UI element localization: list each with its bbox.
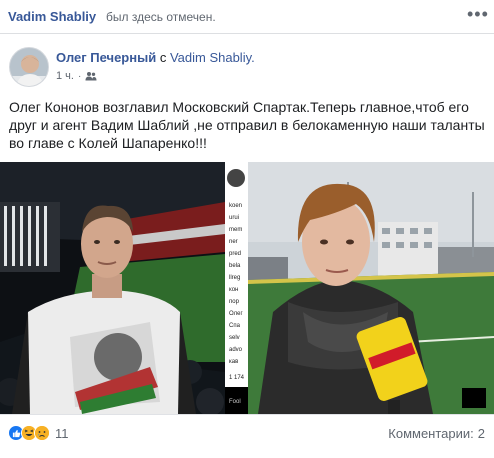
tagged-friend-link[interactable]: Vadim Shabliy. <box>170 50 255 65</box>
photo-collage[interactable]: koen urui mem ner pred bela llreg кон по… <box>0 162 494 414</box>
strip-line: кав <box>229 359 239 365</box>
interview-photo <box>248 162 494 414</box>
avatar-image <box>10 48 48 86</box>
reactions-summary[interactable]: 11 <box>8 425 69 441</box>
sad-icon <box>34 425 50 441</box>
strip-line: Fool <box>229 399 241 405</box>
tag-notice-text: был здесь отмечен. <box>106 10 216 24</box>
more-horizontal-icon[interactable]: ••• <box>467 4 489 25</box>
strip-line: pred <box>229 251 242 257</box>
author-name-link[interactable]: Олег Печерный <box>56 50 156 65</box>
strip-line: llreg <box>229 275 241 281</box>
post-meta: 1 ч. · <box>56 70 97 82</box>
reactions-count[interactable]: 11 <box>55 426 69 441</box>
with-word: с <box>159 50 167 65</box>
comments-count-link[interactable]: Комментарии: 2 <box>388 426 485 441</box>
strip-line: advo <box>229 347 243 353</box>
strip-line: ner <box>229 239 238 245</box>
strip-line: 1 174 <box>229 375 245 381</box>
stadium-photo <box>0 162 225 414</box>
photo-middle-strip[interactable]: koen urui mem ner pred bela llreg кон по… <box>225 162 248 414</box>
strip-line: пор <box>229 299 239 305</box>
comments-count: 2 <box>477 426 485 441</box>
strip-line: mem <box>229 227 243 233</box>
avatar[interactable] <box>9 47 49 87</box>
photo-left[interactable] <box>0 162 225 414</box>
photo-right[interactable] <box>248 162 494 414</box>
post-timestamp[interactable]: 1 ч. <box>56 70 74 82</box>
tag-notice: Vadim Shabliy был здесь отмечен. ••• <box>0 0 494 34</box>
friends-icon[interactable] <box>85 71 97 81</box>
strip-line: koen <box>229 203 243 209</box>
post-body-text: Олег Кононов возглавил Московский Спарта… <box>9 99 485 151</box>
post-header: Олег Печерный с Vadim Shabliy. 1 ч. · <box>0 35 494 93</box>
strip-line: кон <box>229 287 239 293</box>
strip-line: Олег <box>229 311 243 317</box>
post-author-line: Олег Печерный с Vadim Shabliy. <box>56 50 255 65</box>
tagged-user-link[interactable]: Vadim Shabliy <box>8 9 96 24</box>
post-footer: 11 Комментарии: 2 <box>0 414 494 458</box>
strip-line: bela <box>229 263 241 269</box>
strip-line: selv <box>229 335 240 341</box>
strip-line: urui <box>229 215 240 221</box>
strip-line: Спа <box>229 323 240 329</box>
separator-dot: · <box>77 70 82 82</box>
comments-label: Комментарии: <box>388 426 474 441</box>
